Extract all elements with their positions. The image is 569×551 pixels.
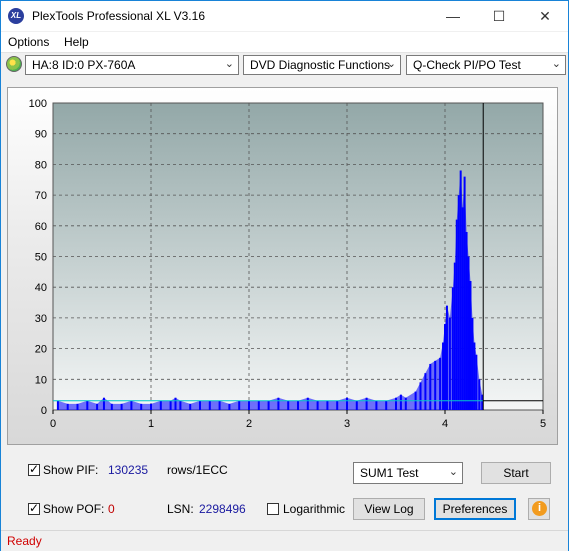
- y-tick-label: 40: [35, 282, 47, 294]
- y-tick-label: 30: [35, 313, 47, 325]
- info-icon: i: [532, 501, 547, 516]
- chevron-down-icon: ⌄: [224, 58, 234, 70]
- lsn-label: LSN:: [167, 502, 194, 516]
- maximize-button[interactable]: ☐: [476, 1, 522, 31]
- start-button[interactable]: Start: [481, 462, 551, 484]
- y-tick-label: 90: [35, 129, 47, 141]
- menu-help[interactable]: Help: [64, 35, 89, 49]
- menu-bar: Options Help: [1, 32, 568, 52]
- status-bar: Ready: [1, 530, 568, 551]
- app-logo-icon: XL: [8, 8, 24, 24]
- divider: [1, 52, 568, 53]
- sum-test-select[interactable]: SUM1 Test ⌄: [353, 462, 463, 484]
- y-tick-label: 60: [35, 221, 47, 233]
- show-pif-label: Show PIF:: [43, 463, 99, 477]
- show-pof-checkbox[interactable]: [28, 501, 40, 515]
- sum-test-value: SUM1 Test: [360, 466, 419, 480]
- y-tick-label: 70: [35, 190, 47, 202]
- logarithmic-label: Logarithmic: [283, 502, 346, 516]
- y-tick-label: 0: [41, 405, 47, 417]
- x-tick-label: 5: [540, 418, 546, 430]
- drive-select-value: HA:8 ID:0 PX-760A: [32, 58, 136, 72]
- lsn-value: 2298496: [199, 502, 246, 516]
- test-select-value: Q-Check PI/PO Test: [413, 58, 521, 72]
- info-button[interactable]: i: [528, 498, 550, 520]
- preferences-button[interactable]: Preferences: [434, 498, 516, 520]
- function-select[interactable]: DVD Diagnostic Functions ⌄: [243, 55, 401, 75]
- chevron-down-icon: ⌄: [386, 58, 396, 70]
- title-bar: XL PlexTools Professional XL V3.16 — ☐ ✕: [1, 1, 568, 31]
- view-log-button[interactable]: View Log: [353, 498, 425, 520]
- x-tick-label: 1: [148, 418, 154, 430]
- pi-po-chart: 0 10 20 30 40 50 60 70 80 90 100 0 1 2 3 4 5: [29, 98, 546, 430]
- show-pof-label: Show POF:: [43, 502, 105, 516]
- pof-value: 0: [108, 502, 115, 516]
- pif-value: 130235: [108, 463, 149, 477]
- show-pif-checkbox[interactable]: [28, 462, 40, 476]
- x-tick-label: 2: [246, 418, 252, 430]
- logarithmic-checkbox[interactable]: [267, 503, 279, 515]
- x-tick-label: 0: [50, 418, 56, 430]
- menu-options[interactable]: Options: [8, 35, 49, 49]
- chevron-down-icon: ⌄: [448, 466, 458, 478]
- y-tick-label: 10: [35, 374, 47, 386]
- rows-label: rows/1ECC: [167, 463, 228, 477]
- app-window: XL PlexTools Professional XL V3.16 — ☐ ✕…: [0, 0, 569, 551]
- test-select[interactable]: Q-Check PI/PO Test ⌄: [406, 55, 566, 75]
- minimize-button[interactable]: —: [430, 1, 476, 31]
- x-tick-label: 3: [344, 418, 350, 430]
- drive-status-icon: [6, 56, 22, 72]
- drive-select[interactable]: HA:8 ID:0 PX-760A ⌄: [25, 55, 239, 75]
- status-text: Ready: [7, 534, 42, 548]
- y-tick-label: 20: [35, 344, 47, 356]
- y-tick-label: 80: [35, 159, 47, 171]
- y-tick-label: 50: [35, 252, 47, 264]
- window-title: PlexTools Professional XL V3.16: [32, 9, 205, 23]
- function-select-value: DVD Diagnostic Functions: [250, 58, 391, 72]
- y-tick-label: 100: [29, 98, 47, 110]
- chart-panel: 0 10 20 30 40 50 60 70 80 90 100 0 1 2 3 4 5: [7, 87, 558, 445]
- chevron-down-icon: ⌄: [551, 58, 561, 70]
- x-tick-label: 4: [442, 418, 448, 430]
- close-button[interactable]: ✕: [522, 1, 568, 31]
